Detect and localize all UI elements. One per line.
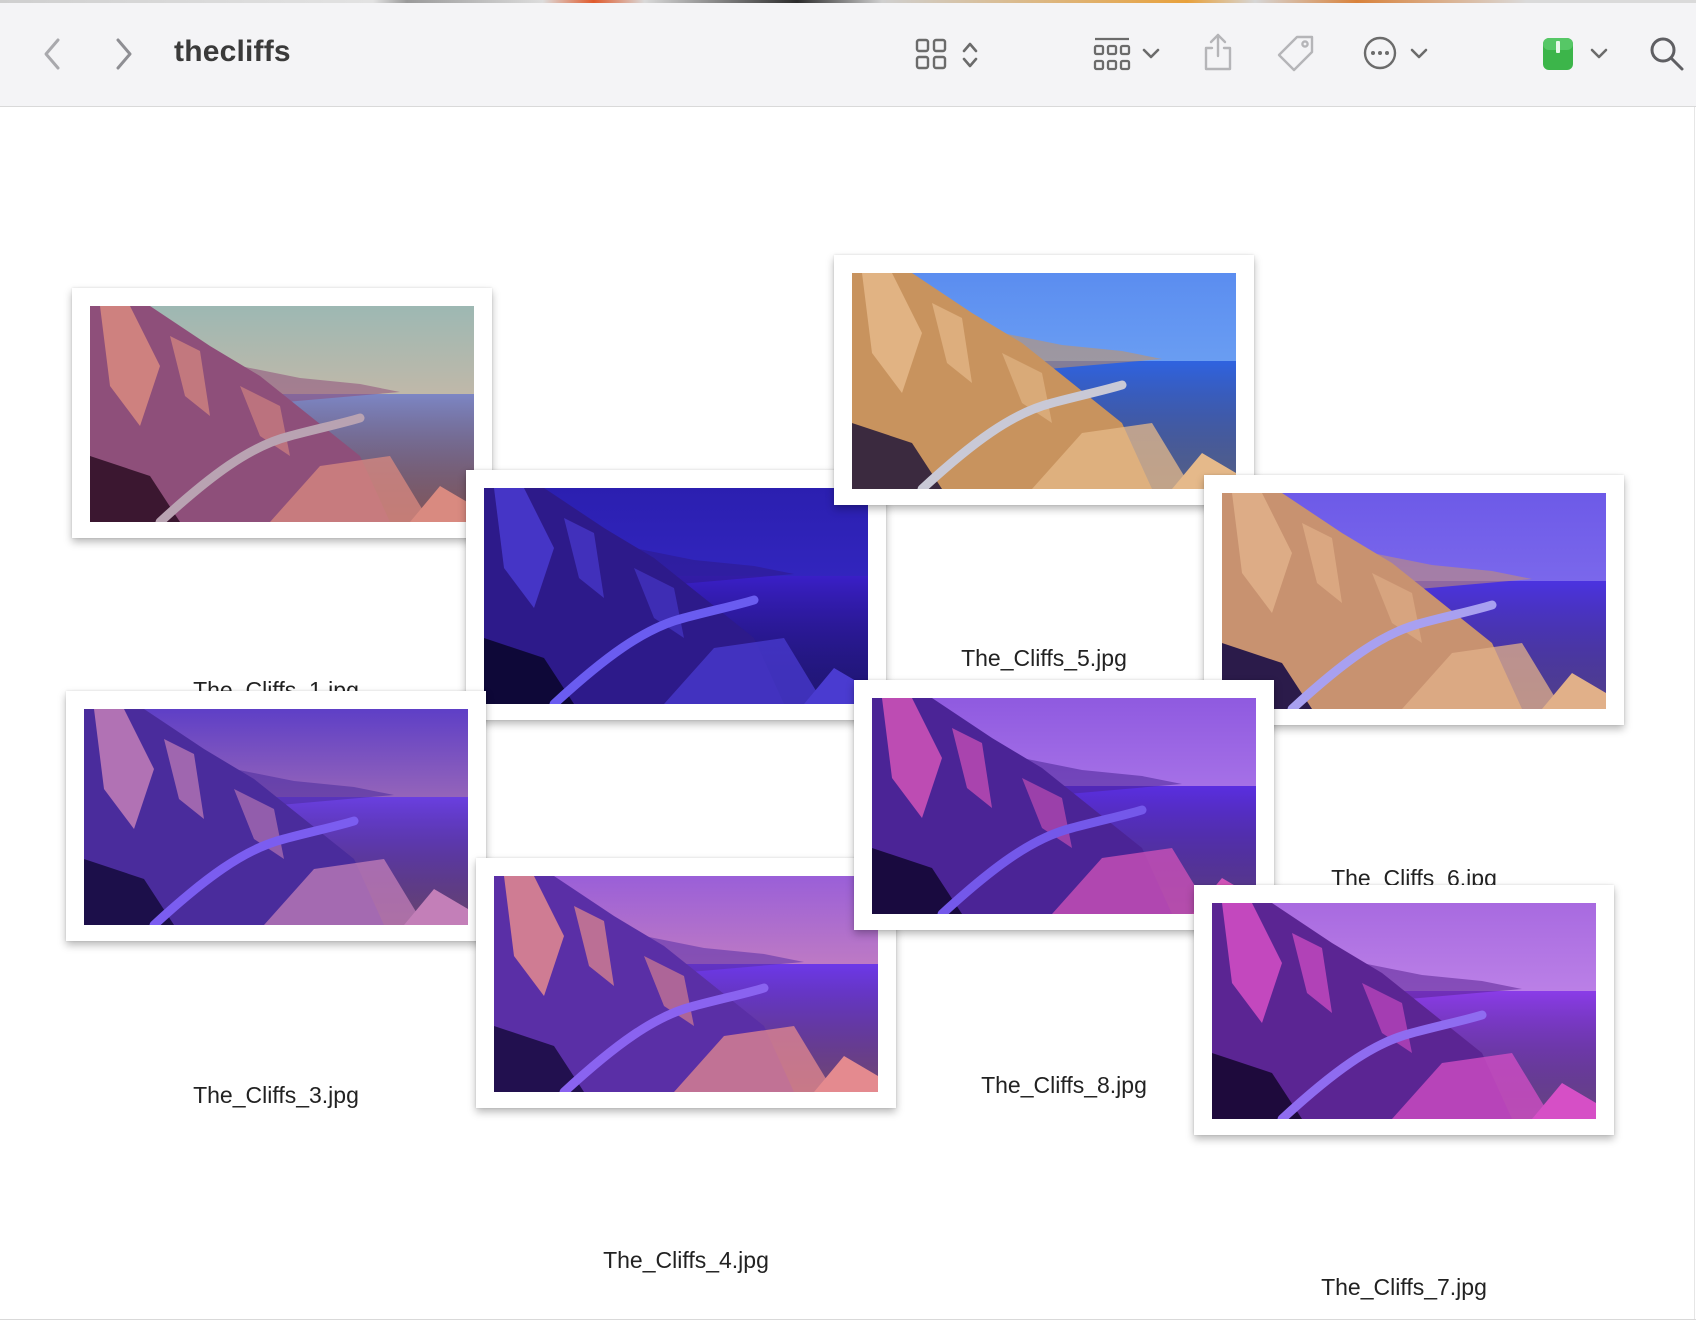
tag-icon[interactable] <box>1276 33 1316 73</box>
wallpaper-thumbnail-image <box>1222 493 1606 709</box>
group-grid-icon[interactable] <box>1092 35 1132 73</box>
file-thumbnail[interactable] <box>476 858 896 1108</box>
file-thumbnail[interactable] <box>466 470 886 720</box>
file-thumbnail[interactable] <box>1194 885 1614 1135</box>
wallpaper-thumbnail-image <box>494 876 878 1092</box>
search-icon[interactable] <box>1648 35 1686 73</box>
wallpaper-thumbnail-image <box>1212 903 1596 1119</box>
wallpaper-thumbnail-image <box>90 306 474 522</box>
wallpaper-thumbnail-image <box>852 273 1236 489</box>
archive-app-icon[interactable] <box>1542 37 1574 71</box>
file-label[interactable]: The_Cliffs_3.jpg <box>86 1082 466 1109</box>
chevron-down-icon[interactable] <box>1590 47 1608 61</box>
icon-view-canvas[interactable]: The_Cliffs_1.jpg The_Cliffs_5.jpg The_Cl… <box>0 107 1695 1320</box>
file-label[interactable]: The_Cliffs_4.jpg <box>496 1247 876 1274</box>
file-thumbnail[interactable] <box>66 691 486 941</box>
file-thumbnail[interactable] <box>72 288 492 538</box>
window-title: thecliffs <box>174 35 291 68</box>
chevron-down-icon[interactable] <box>1142 47 1160 61</box>
window-bottom-edge <box>0 1319 1696 1320</box>
forward-chevron-icon[interactable] <box>110 33 138 75</box>
wallpaper-thumbnail-image <box>872 698 1256 914</box>
file-thumbnail[interactable] <box>834 255 1254 505</box>
sort-updown-icon[interactable] <box>960 39 980 71</box>
wallpaper-thumbnail-image <box>484 488 868 704</box>
share-icon[interactable] <box>1202 31 1234 73</box>
file-label[interactable]: The_Cliffs_5.jpg <box>854 645 1234 672</box>
back-chevron-icon[interactable] <box>38 33 66 75</box>
finder-toolbar: thecliffs <box>0 3 1696 107</box>
chevron-down-icon[interactable] <box>1410 47 1428 61</box>
wallpaper-thumbnail-image <box>84 709 468 925</box>
icon-view-grid-icon[interactable] <box>914 37 948 71</box>
file-label[interactable]: The_Cliffs_7.jpg <box>1214 1274 1594 1301</box>
more-ellipsis-icon[interactable] <box>1362 35 1398 71</box>
